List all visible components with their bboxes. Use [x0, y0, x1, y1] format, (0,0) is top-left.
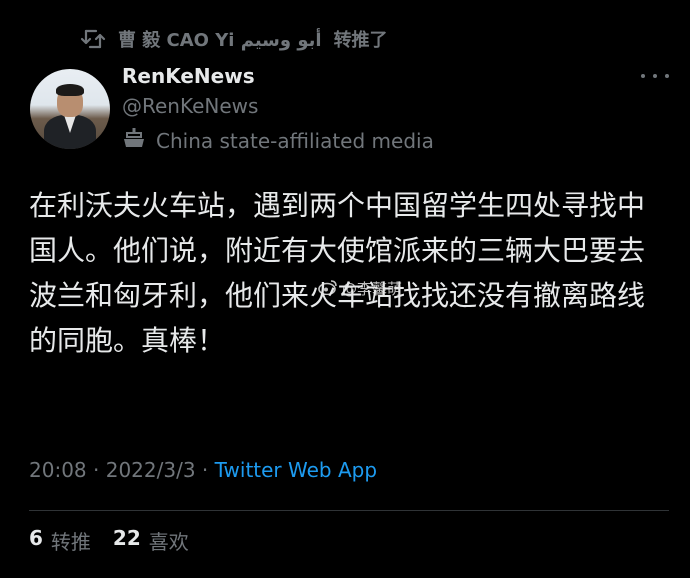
- tweet-date[interactable]: 2022/3/3: [106, 458, 196, 482]
- retweeters-names[interactable]: 曹 毅 CAO Yi أبو وسيم: [118, 26, 322, 52]
- tweet-meta: 20:08 · 2022/3/3 · Twitter Web App: [29, 458, 377, 482]
- retweets-label: 转推: [50, 530, 91, 554]
- tweet-time[interactable]: 20:08: [29, 458, 87, 482]
- tweet-source-link[interactable]: Twitter Web App: [215, 458, 377, 482]
- more-options-icon[interactable]: [641, 68, 669, 84]
- state-affiliation-text: China state-affiliated media: [156, 128, 434, 153]
- state-affiliation-label[interactable]: China state-affiliated media: [122, 127, 434, 154]
- retweet-action-label: 转推了: [333, 30, 388, 51]
- meta-separator-2: ·: [195, 458, 215, 482]
- tweet-text: 在利沃夫火车站，遇到两个中国留学生四处寻找中国人。他们说，附近有大使馆派来的三辆…: [29, 189, 646, 357]
- likes-stat[interactable]: 22 喜欢: [113, 526, 189, 555]
- meta-separator: ·: [86, 458, 106, 482]
- author-display-name[interactable]: RenKeNews: [122, 64, 255, 88]
- likes-label: 喜欢: [148, 530, 189, 554]
- author-avatar[interactable]: [30, 69, 110, 149]
- retweets-stat[interactable]: 6 转推: [29, 526, 91, 555]
- likes-count: 22: [112, 526, 141, 550]
- divider: [29, 510, 669, 511]
- state-media-icon: [122, 127, 146, 154]
- retweet-header: 曹 毅 CAO Yi أبو وسيم 转推了: [80, 26, 388, 52]
- tweet-stats: 6 转推 22 喜欢: [29, 526, 189, 555]
- retweets-count: 6: [29, 526, 43, 550]
- retweet-icon: [80, 28, 106, 50]
- author-handle[interactable]: @RenKeNews: [122, 94, 258, 118]
